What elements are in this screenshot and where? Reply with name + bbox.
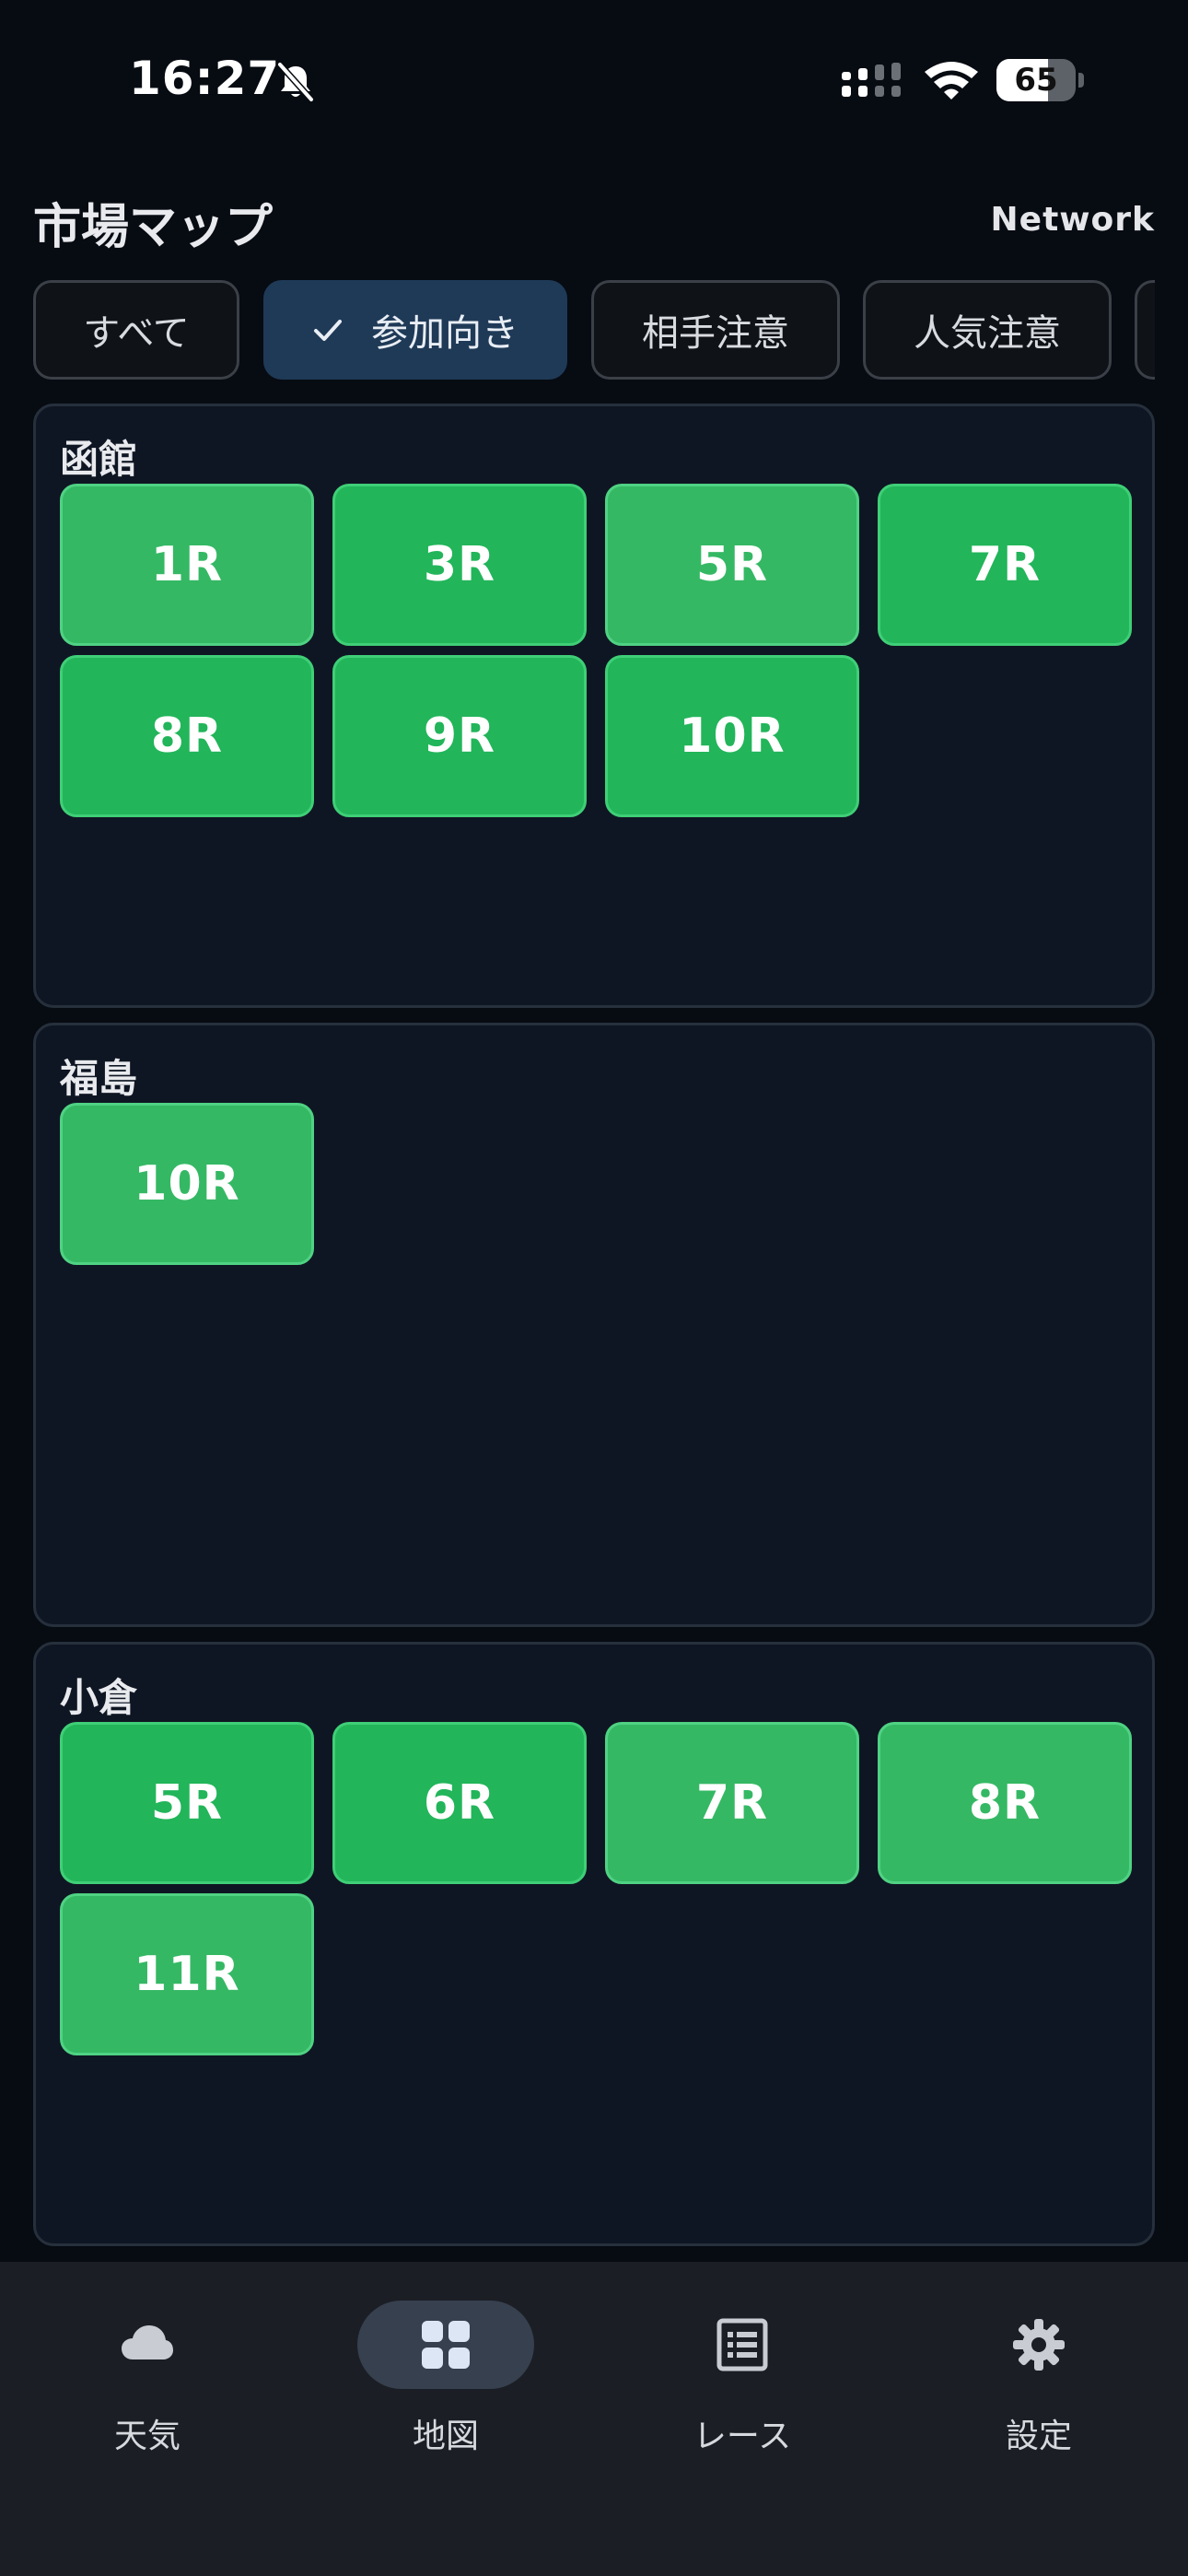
nav-label: 設定 — [1005, 2418, 1072, 2455]
status-time: 16:27 — [129, 52, 281, 105]
venue-card-hakodate: 函館 1R 3R 5R 7R 8R 9R 10R — [33, 404, 1155, 1008]
status-bar: 16:27 65 — [0, 0, 1188, 166]
race-button[interactable]: 7R — [605, 1722, 859, 1884]
race-button[interactable]: 5R — [605, 484, 859, 646]
gear-icon — [1013, 2319, 1065, 2371]
grid-icon — [422, 2321, 470, 2369]
nav-label: 天気 — [113, 2418, 181, 2455]
race-button[interactable]: 5R — [60, 1722, 314, 1884]
network-label[interactable]: Network — [991, 201, 1155, 239]
nav-tab-settings[interactable]: 設定 — [938, 2301, 1140, 2485]
filter-chip-overflow[interactable] — [1135, 280, 1155, 380]
race-button[interactable]: 9R — [332, 655, 587, 817]
battery-level: 65 — [1014, 62, 1058, 99]
venue-card-fukushima: 福島 10R — [33, 1023, 1155, 1627]
race-button[interactable]: 10R — [60, 1103, 314, 1265]
venue-name: 福島 — [60, 1056, 138, 1101]
race-button[interactable]: 1R — [60, 484, 314, 646]
nav-label: 地図 — [412, 2418, 479, 2455]
race-button[interactable]: 11R — [60, 1893, 314, 2055]
cellular-signal-icon — [842, 63, 901, 97]
filter-chip-all[interactable]: すべて — [33, 280, 239, 380]
filter-chip-participate[interactable]: 参加向き — [263, 280, 567, 380]
nav-label: レース — [693, 2418, 792, 2455]
nav-tab-race[interactable]: レース — [641, 2301, 844, 2485]
venue-card-kokura: 小倉 5R 6R 7R 8R 11R — [33, 1642, 1155, 2246]
venue-name: 小倉 — [60, 1675, 138, 1720]
bottom-navigation: 天気 地図 レース 設定 — [0, 2262, 1188, 2576]
nav-tab-map[interactable]: 地図 — [344, 2301, 547, 2485]
list-icon — [716, 2318, 768, 2371]
battery-indicator: 65 — [996, 59, 1085, 101]
page-title: 市場マップ — [33, 200, 274, 255]
nav-tab-weather[interactable]: 天気 — [46, 2301, 249, 2485]
filter-chip-popular-caution[interactable]: 人気注意 — [863, 280, 1112, 380]
race-button[interactable]: 7R — [878, 484, 1132, 646]
check-icon — [314, 320, 342, 341]
venue-name: 函館 — [60, 437, 138, 482]
bell-muted-icon — [277, 62, 314, 102]
race-button[interactable]: 8R — [60, 655, 314, 817]
race-button[interactable]: 10R — [605, 655, 859, 817]
race-button[interactable]: 8R — [878, 1722, 1132, 1884]
wifi-icon — [925, 62, 978, 100]
filter-chip-row: すべて 参加向き 相手注意 人気注意 — [33, 280, 1155, 383]
filter-chip-opponent-caution[interactable]: 相手注意 — [591, 280, 840, 380]
cloud-icon — [122, 2325, 173, 2359]
race-button[interactable]: 6R — [332, 1722, 587, 1884]
race-button[interactable]: 3R — [332, 484, 587, 646]
